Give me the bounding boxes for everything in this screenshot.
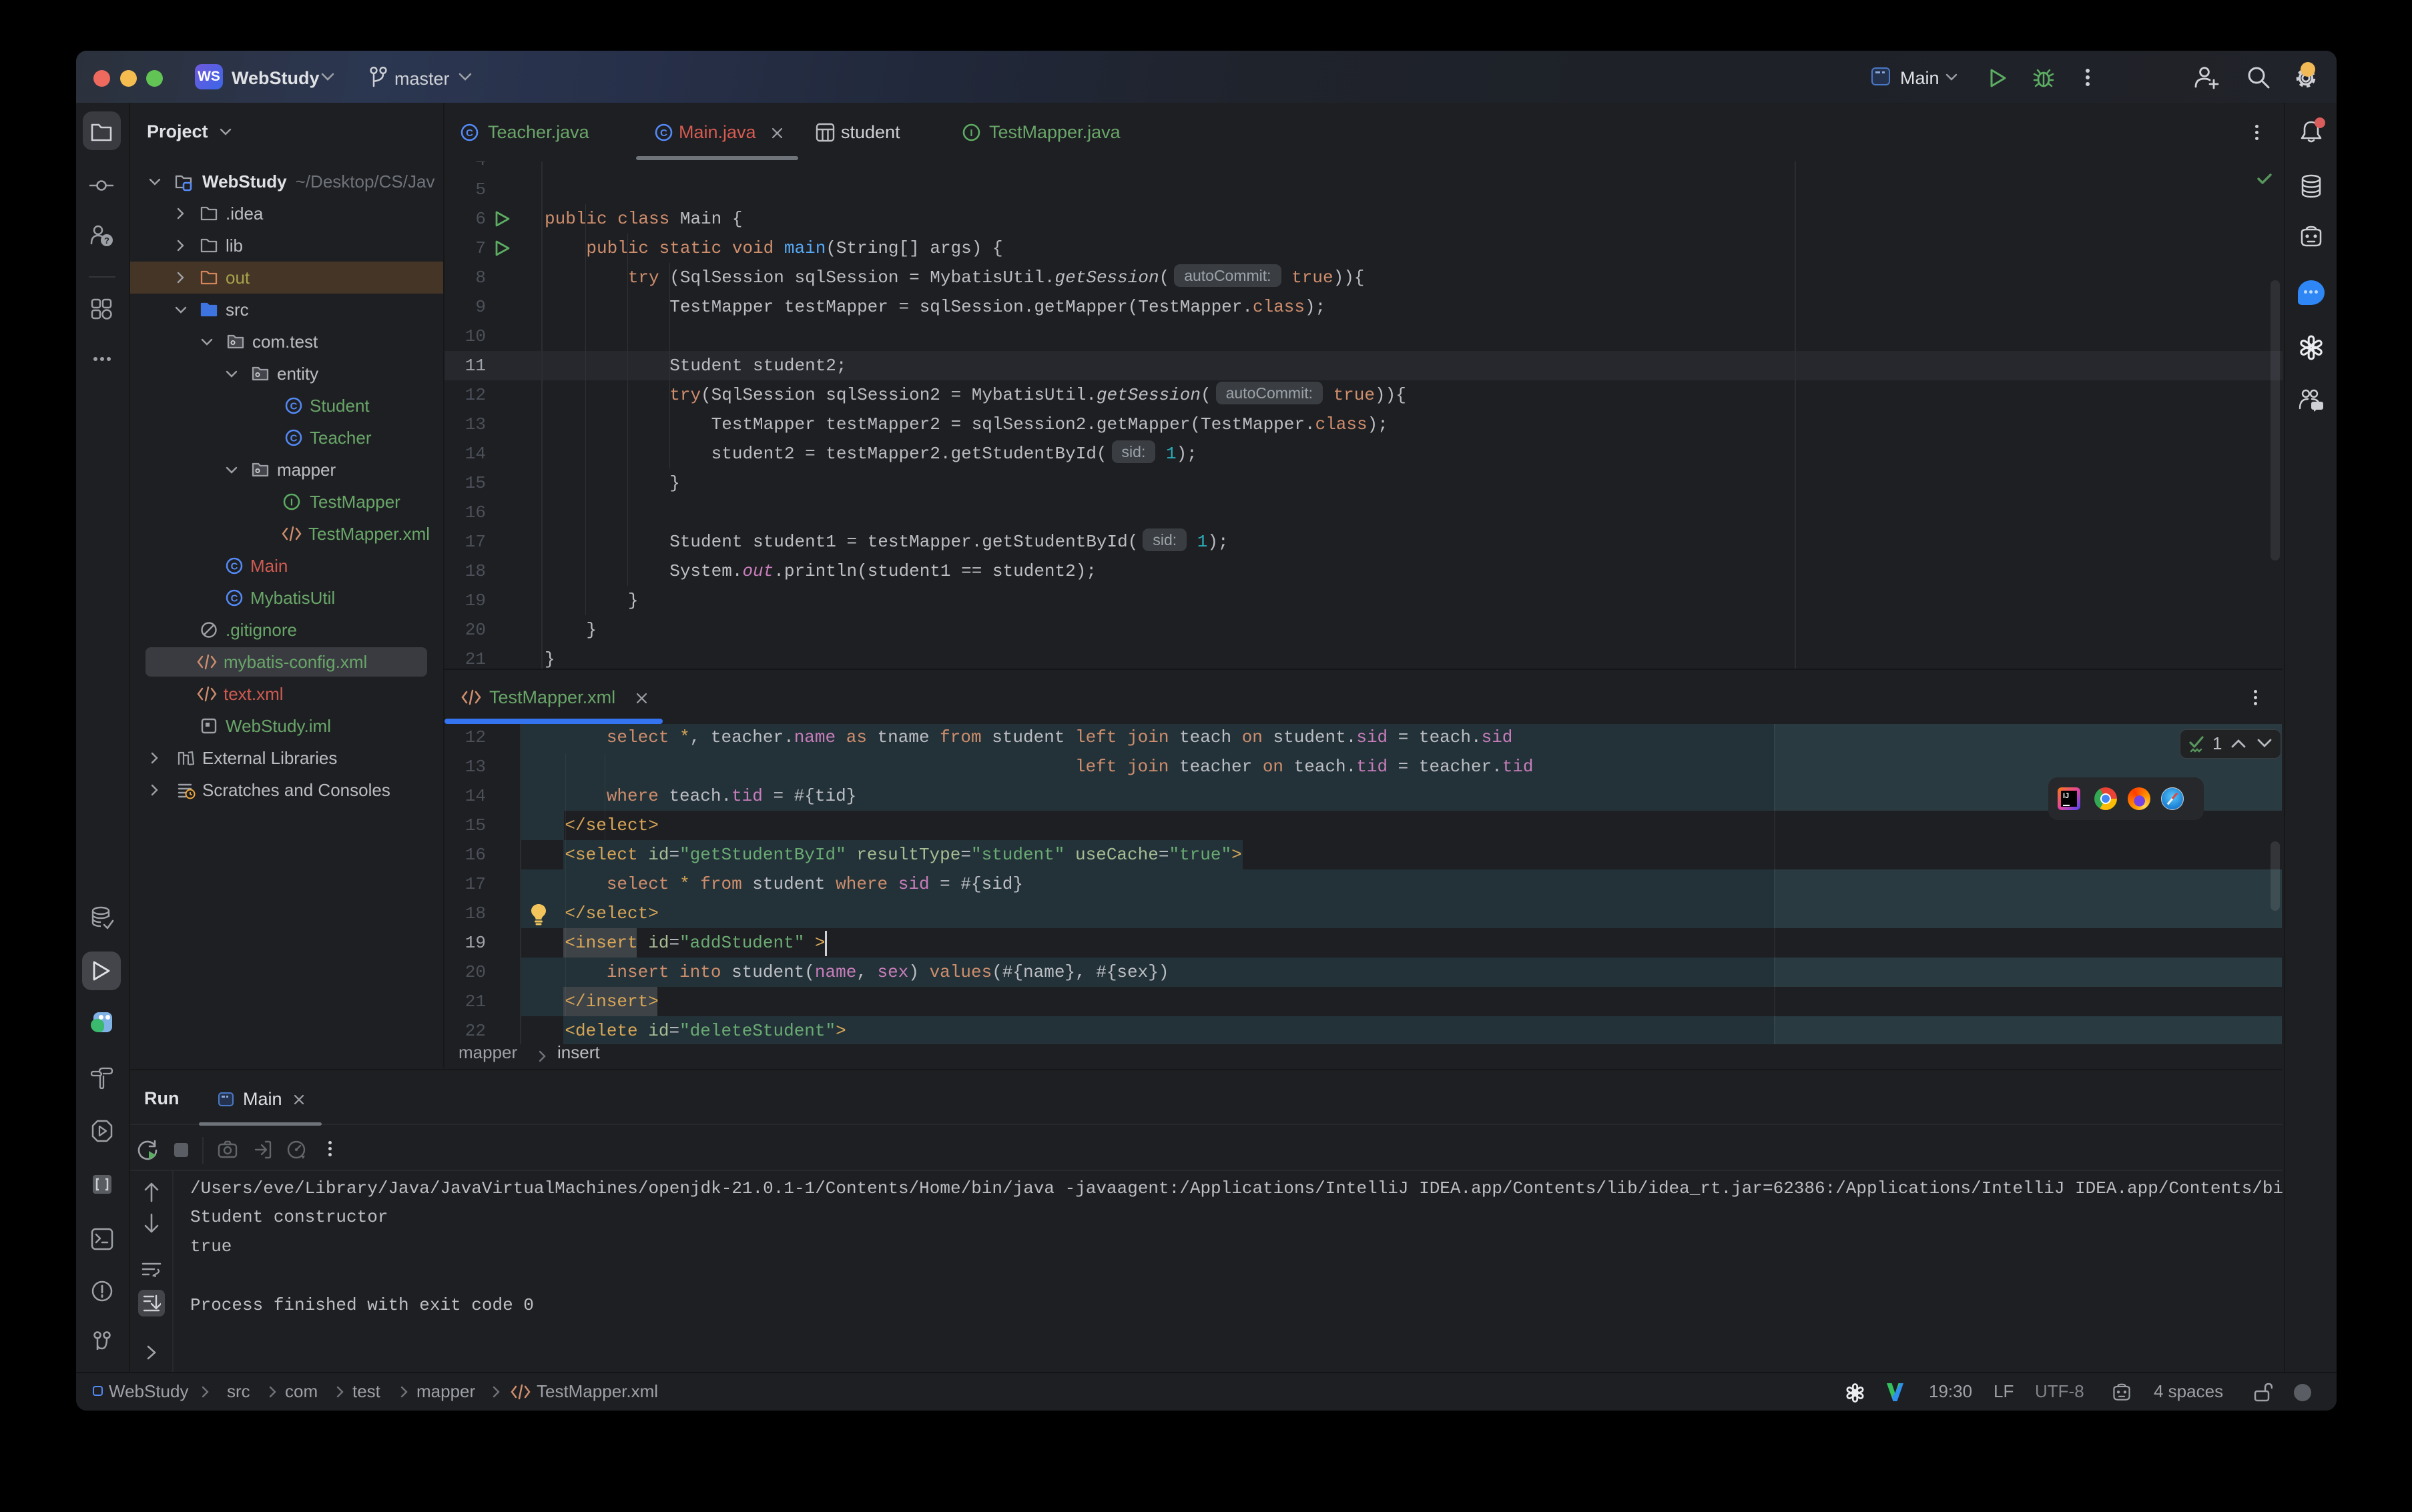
svg-text:I: I (290, 497, 293, 508)
svg-text:I: I (970, 127, 972, 139)
svg-text:C: C (660, 127, 667, 139)
svg-text:C: C (290, 433, 298, 444)
svg-text:C: C (231, 561, 238, 573)
svg-text:C: C (466, 127, 473, 139)
svg-text:?: ? (104, 236, 109, 246)
svg-text:C: C (231, 593, 238, 605)
svg-text:C: C (290, 401, 298, 412)
